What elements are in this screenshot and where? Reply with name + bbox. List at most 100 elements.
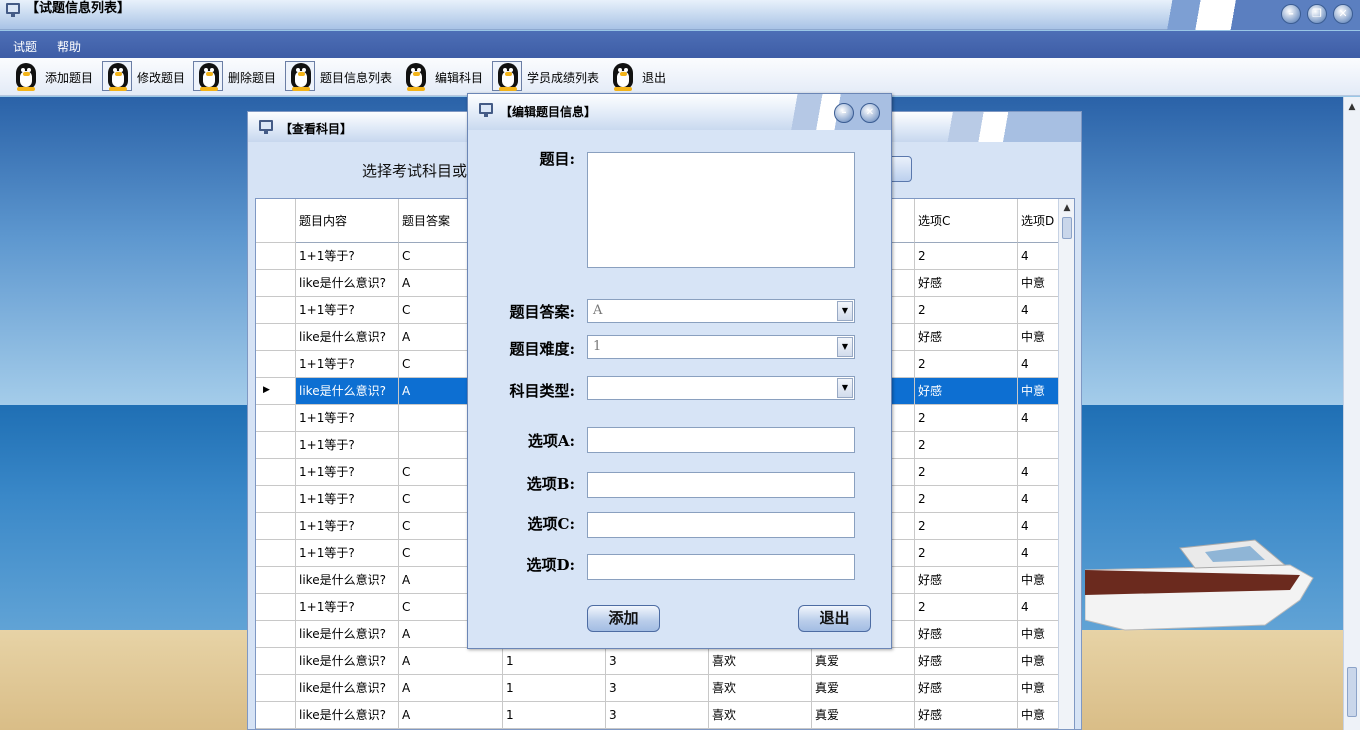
table-row[interactable]: like是什么意识? A 1 3 喜欢 真爱 好感 中意 xyxy=(256,675,1060,702)
close-icon[interactable]: ✕ xyxy=(860,103,880,123)
table-cell[interactable]: 2 xyxy=(915,405,1018,432)
option-a-input[interactable] xyxy=(587,427,855,453)
table-cell[interactable]: A xyxy=(399,648,503,675)
row-header[interactable] xyxy=(256,540,296,567)
row-header[interactable] xyxy=(256,405,296,432)
table-cell[interactable]: 中意 xyxy=(1018,648,1060,675)
minimize-icon[interactable]: – xyxy=(1281,4,1301,24)
table-cell[interactable]: 4 xyxy=(1018,513,1060,540)
table-cell[interactable]: 4 xyxy=(1018,540,1060,567)
table-cell[interactable]: 2 xyxy=(915,513,1018,540)
row-header[interactable] xyxy=(256,324,296,351)
edit-question-button[interactable]: 修改题目 xyxy=(102,61,185,93)
row-header[interactable] xyxy=(256,513,296,540)
difficulty-select[interactable]: 1 ▼ xyxy=(587,335,855,359)
table-cell[interactable]: 好感 xyxy=(915,648,1018,675)
row-header[interactable] xyxy=(256,702,296,729)
column-header[interactable]: 选项D xyxy=(1018,199,1060,243)
table-cell[interactable]: 好感 xyxy=(915,378,1018,405)
table-cell[interactable]: like是什么意识? xyxy=(296,567,399,594)
table-row[interactable]: like是什么意识? A 1 3 喜欢 真爱 好感 中意 xyxy=(256,648,1060,675)
dialog-exit-button[interactable]: 退出 xyxy=(798,605,871,632)
table-cell[interactable]: 中意 xyxy=(1018,324,1060,351)
table-cell[interactable]: 2 xyxy=(915,432,1018,459)
table-cell[interactable]: 3 xyxy=(606,702,709,729)
table-cell[interactable]: 4 xyxy=(1018,459,1060,486)
row-header[interactable] xyxy=(256,351,296,378)
table-cell[interactable]: 喜欢 xyxy=(709,675,812,702)
row-header[interactable] xyxy=(256,486,296,513)
table-cell[interactable]: 1+1等于? xyxy=(296,432,399,459)
table-cell[interactable]: like是什么意识? xyxy=(296,270,399,297)
option-c-input[interactable] xyxy=(587,512,855,538)
minimize-icon[interactable]: – xyxy=(834,103,854,123)
add-button[interactable]: 添加 xyxy=(587,605,660,632)
table-cell[interactable]: 3 xyxy=(606,675,709,702)
option-b-input[interactable] xyxy=(587,472,855,498)
table-cell[interactable]: like是什么意识? xyxy=(296,702,399,729)
table-cell[interactable]: 1+1等于? xyxy=(296,459,399,486)
row-header[interactable] xyxy=(256,648,296,675)
table-cell[interactable]: 2 xyxy=(915,351,1018,378)
table-cell[interactable]: 中意 xyxy=(1018,621,1060,648)
menu-item-questions[interactable]: 试题 xyxy=(13,38,37,55)
table-cell[interactable]: 1 xyxy=(503,648,606,675)
table-cell[interactable]: 真爱 xyxy=(812,648,915,675)
dropdown-arrow-icon[interactable]: ▼ xyxy=(837,337,853,357)
exit-button[interactable]: 退出 xyxy=(607,61,666,93)
scroll-up-icon[interactable]: ▲ xyxy=(1346,100,1358,114)
table-cell[interactable]: 好感 xyxy=(915,702,1018,729)
table-cell[interactable]: 喜欢 xyxy=(709,648,812,675)
table-row[interactable]: like是什么意识? A 1 3 喜欢 真爱 好感 中意 xyxy=(256,702,1060,729)
table-cell[interactable]: 4 xyxy=(1018,351,1060,378)
close-icon[interactable]: ✕ xyxy=(1333,4,1353,24)
row-header[interactable] xyxy=(256,621,296,648)
table-cell[interactable]: 中意 xyxy=(1018,702,1060,729)
menu-item-help[interactable]: 帮助 xyxy=(57,38,81,55)
table-cell[interactable]: 2 xyxy=(915,459,1018,486)
scroll-up-icon[interactable]: ▲ xyxy=(1061,201,1073,215)
table-cell[interactable]: 2 xyxy=(915,243,1018,270)
table-cell[interactable]: 好感 xyxy=(915,567,1018,594)
table-cell[interactable]: like是什么意识? xyxy=(296,324,399,351)
question-list-button[interactable]: 题目信息列表 xyxy=(285,61,392,93)
table-cell[interactable]: like是什么意识? xyxy=(296,621,399,648)
table-cell[interactable]: 好感 xyxy=(915,675,1018,702)
table-cell[interactable]: 4 xyxy=(1018,486,1060,513)
table-cell[interactable]: 好感 xyxy=(915,324,1018,351)
table-cell[interactable]: like是什么意识? xyxy=(296,675,399,702)
scrollbar-thumb[interactable] xyxy=(1347,667,1357,717)
table-cell[interactable]: 1+1等于? xyxy=(296,243,399,270)
table-cell[interactable]: 1+1等于? xyxy=(296,297,399,324)
table-cell[interactable]: 3 xyxy=(606,648,709,675)
table-cell[interactable]: like是什么意识? xyxy=(296,648,399,675)
table-cell[interactable] xyxy=(1018,432,1060,459)
row-header[interactable] xyxy=(256,270,296,297)
row-header[interactable] xyxy=(256,297,296,324)
row-header[interactable] xyxy=(256,432,296,459)
column-header[interactable]: 题目内容 xyxy=(296,199,399,243)
edit-subject-button[interactable]: 编辑科目 xyxy=(400,61,483,93)
row-header[interactable] xyxy=(256,675,296,702)
table-cell[interactable]: 1+1等于? xyxy=(296,540,399,567)
table-cell[interactable]: 中意 xyxy=(1018,378,1060,405)
table-cell[interactable]: 1+1等于? xyxy=(296,405,399,432)
table-cell[interactable]: 真爱 xyxy=(812,702,915,729)
table-cell[interactable]: 4 xyxy=(1018,594,1060,621)
row-header[interactable] xyxy=(256,594,296,621)
table-cell[interactable]: 4 xyxy=(1018,405,1060,432)
student-scores-button[interactable]: 学员成绩列表 xyxy=(492,61,599,93)
table-cell[interactable]: 1+1等于? xyxy=(296,486,399,513)
table-cell[interactable]: 真爱 xyxy=(812,675,915,702)
table-cell[interactable]: 2 xyxy=(915,297,1018,324)
add-question-button[interactable]: 添加题目 xyxy=(10,61,93,93)
table-cell[interactable]: 中意 xyxy=(1018,567,1060,594)
row-header[interactable] xyxy=(256,243,296,270)
table-cell[interactable]: 2 xyxy=(915,594,1018,621)
table-cell[interactable]: A xyxy=(399,675,503,702)
table-cell[interactable]: 1 xyxy=(503,675,606,702)
table-cell[interactable]: 中意 xyxy=(1018,270,1060,297)
row-header[interactable] xyxy=(256,567,296,594)
dropdown-arrow-icon[interactable]: ▼ xyxy=(837,378,853,398)
table-cell[interactable]: 2 xyxy=(915,486,1018,513)
